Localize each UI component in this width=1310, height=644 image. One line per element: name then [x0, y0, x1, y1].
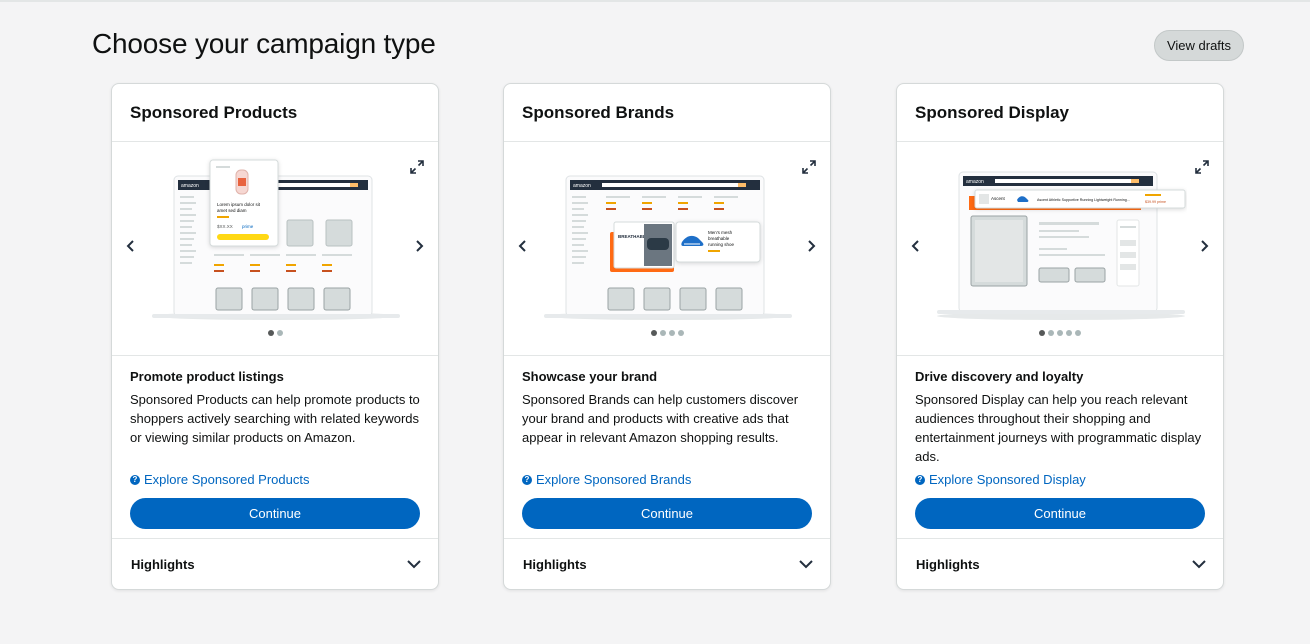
mock-logo: amazon [966, 179, 984, 185]
mock-product-line: Lorem ipsum dolor sit [217, 202, 261, 207]
image-carousel: amazon [112, 142, 438, 356]
highlights-label: Highlights [523, 556, 587, 572]
chevron-down-icon [1192, 560, 1206, 569]
explore-link[interactable]: ? Explore Sponsored Products [130, 472, 309, 487]
carousel-dot[interactable] [659, 330, 666, 336]
carousel-dot[interactable] [650, 330, 657, 336]
mock-price: $39.99 prime [1145, 200, 1166, 204]
chevron-right-icon[interactable] [804, 239, 818, 253]
carousel-dot[interactable] [668, 330, 675, 336]
chevron-right-icon[interactable] [1197, 239, 1211, 253]
help-icon: ? [915, 474, 925, 485]
carousel-dot[interactable] [276, 330, 283, 336]
help-icon: ? [130, 474, 140, 485]
highlights-toggle[interactable]: Highlights [897, 538, 1223, 589]
card-subheading: Drive discovery and loyalty [915, 369, 1084, 384]
explore-link-label: Explore Sponsored Display [929, 472, 1086, 487]
carousel-dot[interactable] [1075, 330, 1081, 336]
explore-link[interactable]: ? Explore Sponsored Display [915, 472, 1086, 487]
mock-price: $XX.XX [217, 224, 233, 229]
mock-product-line: Men's mesh [708, 230, 733, 235]
card-description: Sponsored Display can help you reach rel… [915, 392, 1202, 464]
chevron-left-icon[interactable] [124, 239, 138, 253]
chevron-right-icon[interactable] [412, 239, 426, 253]
carousel-dot[interactable] [1066, 330, 1072, 336]
campaign-card-sponsored-brands: Sponsored Brands amazon BREATHABLE Men's… [503, 83, 831, 590]
mock-logo: amazon [573, 183, 591, 189]
sponsored-brands-illustration: amazon BREATHABLE Men's mesh breathable … [544, 175, 792, 320]
card-description: Sponsored Products can help promote prod… [130, 392, 420, 445]
expand-icon[interactable] [802, 160, 816, 174]
carousel-dot[interactable] [1039, 330, 1045, 336]
card-body: Promote product listings Sponsored Produ… [112, 356, 438, 539]
explore-link-label: Explore Sponsored Brands [536, 472, 692, 487]
card-description: Sponsored Brands can help customers disc… [522, 392, 799, 445]
carousel-dot[interactable] [267, 330, 274, 336]
explore-link-label: Explore Sponsored Products [144, 472, 310, 487]
chevron-down-icon [407, 560, 421, 569]
image-carousel: amazon Ascent Ascent Athletic Supportive… [897, 142, 1223, 356]
explore-link[interactable]: ? Explore Sponsored Brands [522, 472, 691, 487]
mock-product-line: breathable [708, 236, 730, 241]
highlights-label: Highlights [131, 556, 195, 572]
carousel-dot[interactable] [677, 330, 684, 336]
help-icon: ? [522, 474, 532, 485]
expand-icon[interactable] [410, 160, 424, 174]
carousel-dot[interactable] [1048, 330, 1054, 336]
card-title: Sponsored Display [897, 84, 1223, 142]
card-subheading: Showcase your brand [522, 369, 658, 384]
image-carousel: amazon [504, 142, 830, 356]
expand-icon[interactable] [1195, 160, 1209, 174]
highlights-toggle[interactable]: Highlights [504, 538, 830, 589]
card-body: Showcase your brand Sponsored Brands can… [504, 356, 830, 539]
mock-prime-badge: prime [242, 224, 254, 229]
mock-brand: Ascent [991, 196, 1006, 201]
card-title: Sponsored Products [112, 84, 438, 142]
highlights-label: Highlights [916, 556, 980, 572]
carousel-dot[interactable] [1057, 330, 1063, 336]
sponsored-products-illustration: amazon Lorem ipsum dolor sit amet sed di… [152, 159, 400, 320]
campaign-card-sponsored-products: Sponsored Products amazon Lorem ipsum do… [111, 83, 439, 590]
chevron-down-icon [799, 560, 813, 569]
continue-button[interactable]: Continue [522, 498, 812, 529]
campaign-card-sponsored-display: Sponsored Display amazon Ascent Ascent A… [896, 83, 1224, 590]
carousel-dots [504, 330, 830, 336]
mock-product-line: amet sed diam [217, 208, 247, 213]
sponsored-display-illustration: amazon Ascent Ascent Athletic Supportive… [937, 171, 1186, 320]
continue-button[interactable]: Continue [130, 498, 420, 529]
page-title: Choose your campaign type [92, 28, 436, 59]
chevron-left-icon[interactable] [516, 239, 530, 253]
carousel-dots [897, 330, 1223, 336]
card-body: Drive discovery and loyalty Sponsored Di… [897, 356, 1223, 539]
top-rule [0, 0, 1310, 2]
view-drafts-button[interactable]: View drafts [1154, 30, 1244, 61]
card-subheading: Promote product listings [130, 369, 284, 384]
continue-button[interactable]: Continue [915, 498, 1205, 529]
mock-logo: amazon [181, 183, 199, 189]
mock-ad-line: Ascent Athletic Supportive Running Light… [1037, 198, 1130, 202]
mock-product-line: running shoe [708, 242, 735, 247]
card-title: Sponsored Brands [504, 84, 830, 142]
highlights-toggle[interactable]: Highlights [112, 538, 438, 589]
carousel-dots [112, 330, 438, 336]
chevron-left-icon[interactable] [909, 239, 923, 253]
